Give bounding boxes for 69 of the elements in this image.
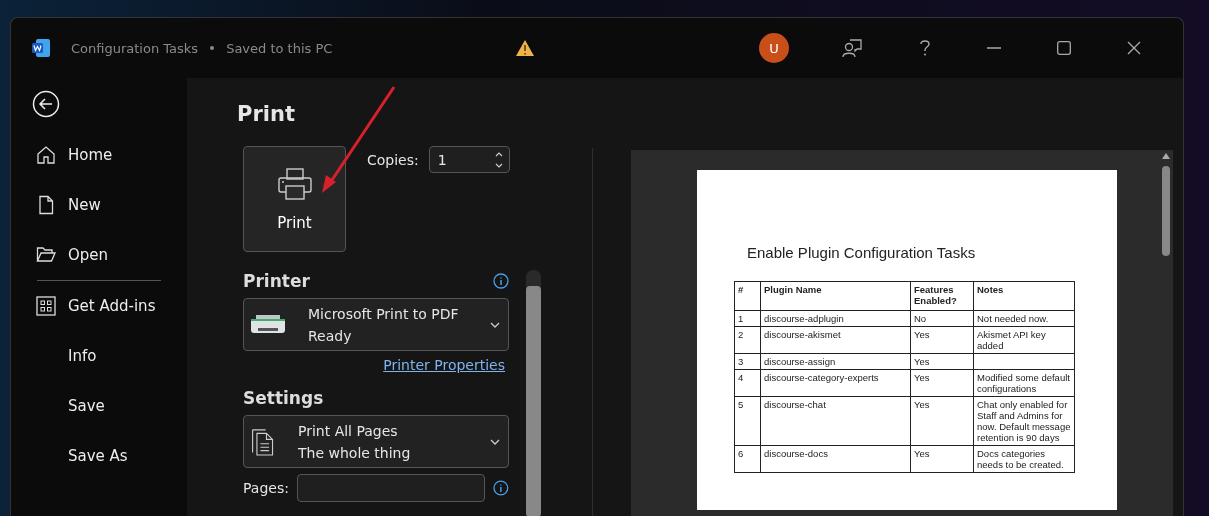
home-icon [36,145,56,165]
sidebar-item[interactable]: Save [11,381,187,431]
sidebar-item[interactable]: New [11,180,187,230]
table-cell: discourse-akismet [760,326,911,354]
column-header: Plugin Name [760,281,911,311]
copies-field[interactable]: 1 [428,146,510,173]
separator-dot [210,46,215,50]
document-title: Enable Plugin Configuration Tasks [747,244,977,261]
close-icon[interactable] [1127,41,1141,55]
table-cell: Yes [910,326,974,354]
copies-label: Copies: [367,152,419,168]
user-avatar[interactable]: U [759,33,789,63]
table-cell: 3 [734,353,761,370]
table-cell: Yes [910,353,974,370]
scrollbar-thumb[interactable] [1162,166,1170,256]
section-heading: Printer [243,271,310,291]
window-title: Configuration Tasks [71,40,199,56]
table-cell: Yes [910,369,974,397]
table-cell: 2 [734,326,761,354]
sidebar-item[interactable]: Open [11,230,187,280]
table-cell: 6 [734,445,761,473]
printer-dropdown[interactable]: Microsoft Print to PDF Ready [243,298,509,351]
table-cell: Modified some default configurations [973,369,1075,397]
printer-properties-link[interactable]: Printer Properties [383,357,505,373]
section-heading: Settings [243,388,324,408]
table-cell: 4 [734,369,761,397]
table-cell: discourse-assign [760,353,911,370]
save-status: Saved to this PC [226,40,333,56]
table-cell: No [910,310,974,327]
page-heading: Print [237,102,296,126]
table-cell: discourse-category-experts [760,369,911,397]
info-icon[interactable] [493,273,509,289]
document-icon [36,195,56,215]
sidebar-item[interactable]: Save As [11,431,187,481]
table-cell: 5 [734,396,761,446]
help-icon[interactable] [919,39,931,57]
table-cell: Yes [910,396,974,446]
chevron-down-icon [490,438,500,445]
sidebar-item[interactable]: Get Add-ins [11,281,187,331]
pages-icon [250,426,276,457]
table-cell: Yes [910,445,974,473]
table-cell: discourse-docs [760,445,911,473]
grid-icon [36,296,56,316]
warning-icon[interactable] [515,39,535,57]
column-header: Notes [973,281,1075,311]
column-header: # [734,281,761,311]
table-cell: Not needed now. [973,310,1075,327]
scroll-up-icon[interactable] [1161,152,1171,160]
word-logo-icon [31,38,51,58]
printer-icon [276,166,313,202]
table-cell: 1 [734,310,761,327]
table-cell: discourse-adplugin [760,310,911,327]
feedback-icon[interactable] [841,37,863,59]
print-range-dropdown[interactable]: Print All Pages The whole thing [243,415,509,468]
folder-icon [36,245,56,265]
table-cell: discourse-chat [760,396,911,446]
pages-field[interactable] [296,474,486,502]
column-header: Features Enabled? [910,281,974,311]
back-icon[interactable] [32,90,60,118]
chevron-down-icon [490,321,500,328]
table-cell: Docs categories needs to be created. [973,445,1075,473]
sidebar-item[interactable]: Home [11,130,187,180]
print-button[interactable]: Print [243,146,346,252]
info-icon[interactable] [493,480,509,496]
sidebar-item[interactable]: Info [11,331,187,381]
table-cell: Akismet API key added [973,326,1075,354]
maximize-icon[interactable] [1057,41,1071,55]
pages-label: Pages: [243,480,289,496]
table-cell: Chat only enabled for Staff and Admins for now. Default message retention is 90 days [973,396,1075,446]
